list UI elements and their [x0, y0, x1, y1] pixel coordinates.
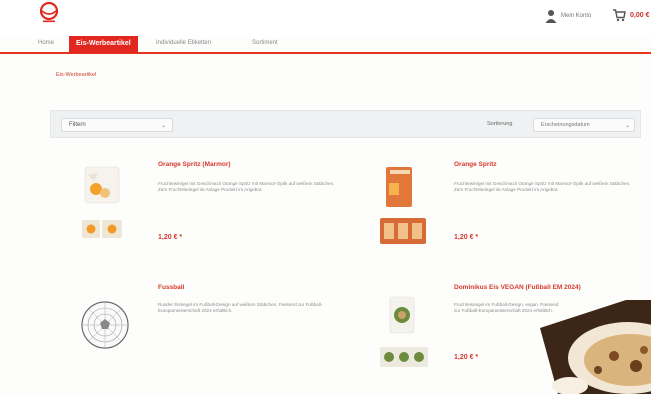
product-title[interactable]: Orange Spritz — [454, 161, 497, 168]
product-description: Fruchteisriegel mit Geschmack Orange Spr… — [454, 181, 631, 193]
product-price: 1,20 € * — [158, 234, 183, 241]
page: Mein Konto 0,00 € Home Eis-Werbeartikel … — [0, 0, 651, 394]
product-title[interactable]: Dominikus Eis VEGAN (Fußball EM 2024) — [454, 284, 581, 291]
product-image[interactable] — [78, 298, 132, 352]
product-description: Fruchteisriegel mit Geschmack Orange Spr… — [158, 181, 335, 193]
cart-value: 0,00 € — [630, 11, 650, 19]
breadcrumb[interactable]: Eis-Werbeartikel — [56, 72, 96, 78]
product-image[interactable] — [376, 295, 432, 371]
cart-icon — [613, 9, 626, 22]
sort-label: Sortierung — [487, 121, 513, 127]
nav-item-home[interactable]: Home — [38, 40, 54, 46]
header: Mein Konto 0,00 € — [0, 0, 651, 38]
promo-photo — [540, 300, 651, 394]
filter-label: Filtern — [69, 122, 86, 128]
chevron-down-icon: ⌄ — [624, 123, 630, 129]
filter-bar: Filtern ⌄ Sortierung Erscheinungsdatum ⌄ — [50, 110, 641, 138]
product-price: 1,20 € * — [454, 234, 479, 241]
product-title[interactable]: Fussball — [158, 284, 184, 291]
product-description: Runder Eisriegel im Fußball-Design auf w… — [158, 302, 323, 314]
nav-item-individuelle-etiketten[interactable]: Individuelle Etiketten — [156, 40, 211, 46]
cart-link[interactable]: 0,00 € — [612, 8, 649, 22]
product-price: 1,20 € * — [454, 354, 479, 361]
product-title[interactable]: Orange Spritz (Marmor) — [158, 161, 231, 168]
main-nav: Home Eis-Werbeartikel Individuelle Etike… — [0, 36, 651, 54]
nav-item-eis-werbeartikel[interactable]: Eis-Werbeartikel — [69, 36, 138, 53]
chevron-down-icon: ⌄ — [160, 123, 166, 129]
nav-item-sortiment[interactable]: Sortiment — [252, 40, 278, 46]
filter-dropdown[interactable]: Filtern ⌄ — [61, 118, 173, 132]
sort-dropdown[interactable]: Erscheinungsdatum ⌄ — [533, 118, 635, 132]
brand-logo[interactable] — [36, 2, 62, 24]
account-label: Mein Konto — [561, 13, 592, 19]
product-image[interactable] — [78, 165, 132, 245]
account-link[interactable]: Mein Konto — [545, 8, 591, 24]
sort-value: Erscheinungsdatum — [541, 122, 590, 128]
user-icon — [545, 10, 557, 23]
product-image[interactable] — [376, 165, 430, 247]
